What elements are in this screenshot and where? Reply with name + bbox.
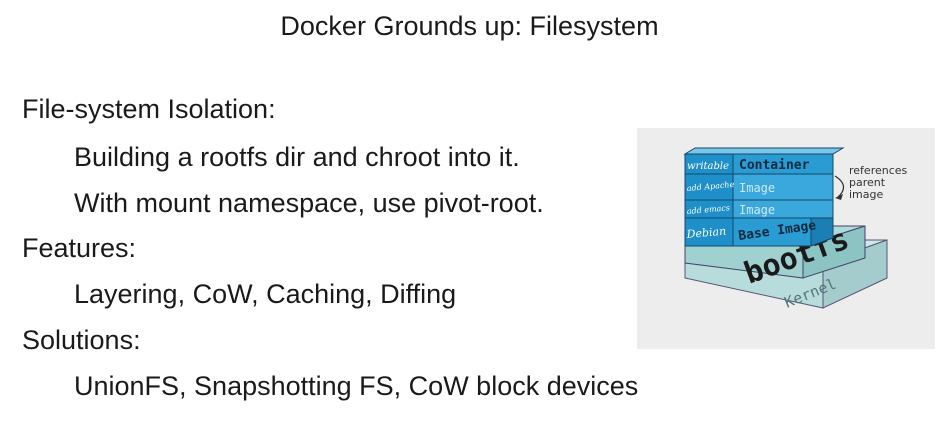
image2-label: Image xyxy=(739,203,775,217)
slide-title: Docker Grounds up: Filesystem xyxy=(280,11,659,41)
bullet-filesystem-isolation: File-system Isolation: xyxy=(22,94,276,124)
image1-label: Image xyxy=(739,181,775,195)
container-label: Container xyxy=(739,158,810,173)
bullet-pivot-root: With mount namespace, use pivot-root. xyxy=(74,188,544,218)
reference-arrowhead xyxy=(835,194,843,200)
bullet-solutions: Solutions: xyxy=(22,325,141,355)
annotation-image: image xyxy=(849,188,883,201)
container-layer-top xyxy=(683,147,845,155)
docker-layers-diagram: Kernel bootfs Debian Base Image add emac… xyxy=(637,128,935,349)
bullet-features: Features: xyxy=(22,233,137,263)
bullet-feature-list: Layering, CoW, Caching, Diffing xyxy=(74,279,457,309)
bullet-rootfs-chroot: Building a rootfs dir and chroot into it… xyxy=(74,142,520,172)
bullet-solution-list: UnionFS, Snapshotting FS, CoW block devi… xyxy=(74,371,639,401)
container-side-label: writable xyxy=(687,161,729,172)
